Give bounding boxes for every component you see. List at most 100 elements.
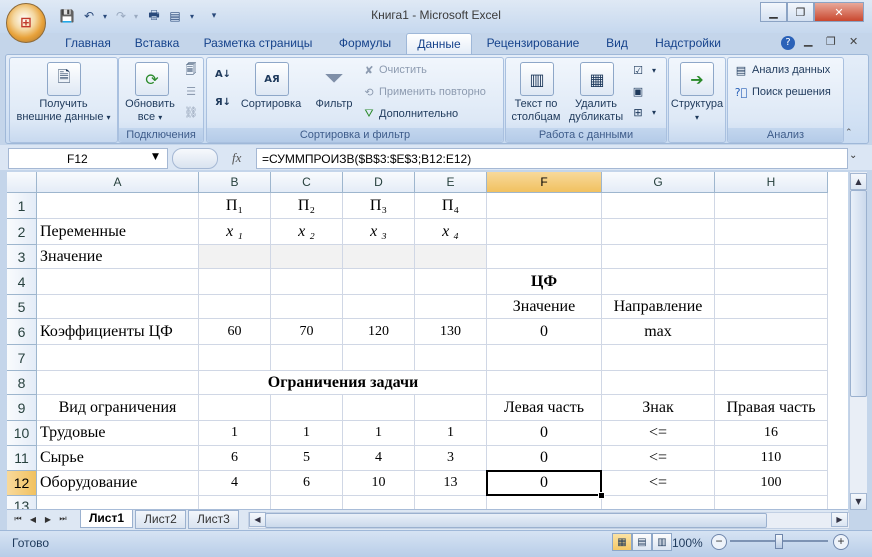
cell-a6[interactable]: Коэффициенты ЦФ xyxy=(37,319,199,345)
cell-g11[interactable]: <= xyxy=(602,446,715,471)
cell-h12[interactable]: 100 xyxy=(715,471,828,496)
properties-icon[interactable]: ☰ xyxy=(183,83,199,99)
cell-a9[interactable]: Вид ограничения xyxy=(37,395,199,421)
scroll-up-icon[interactable]: ▲ xyxy=(850,173,867,190)
tab-formulas[interactable]: Формулы xyxy=(330,33,400,54)
cell-h4[interactable] xyxy=(715,269,828,295)
cell-a10[interactable]: Трудовые xyxy=(37,421,199,446)
name-box-dropdown-icon[interactable]: ▼ xyxy=(152,152,159,162)
wb-restore-icon[interactable]: ❐ xyxy=(826,35,836,48)
zoom-in-icon[interactable]: + xyxy=(833,534,849,550)
filter-button[interactable]: Фильтр xyxy=(312,98,356,111)
close-button[interactable]: ✕ xyxy=(814,2,864,22)
row-header-5[interactable]: 5 xyxy=(7,295,37,319)
tab-insert[interactable]: Вставка xyxy=(127,33,187,54)
data-validation-dropdown-icon[interactable]: ▾ xyxy=(646,62,662,78)
cell-d10[interactable]: 1 xyxy=(343,421,415,446)
formula-input[interactable]: =СУММПРОИЗВ($B$3:$E$3;B12:E12) xyxy=(256,148,848,169)
normal-view-icon[interactable]: ▦ xyxy=(612,533,632,551)
cell-b6[interactable]: 60 xyxy=(199,319,271,345)
next-sheet-icon[interactable]: ▶ xyxy=(42,513,54,525)
text-to-columns-button[interactable]: Текст по столбцам xyxy=(506,98,566,124)
column-header-a[interactable]: A xyxy=(37,172,199,193)
data-validation-icon[interactable]: ☑ xyxy=(630,62,646,78)
outline-button[interactable]: Структура ▾ xyxy=(669,98,725,124)
cell-e10[interactable]: 1 xyxy=(415,421,487,446)
cell-e1[interactable]: П₄ xyxy=(415,193,487,219)
insert-function-button[interactable]: fx xyxy=(232,150,241,166)
fill-handle[interactable] xyxy=(598,492,605,499)
tab-view[interactable]: Вид xyxy=(598,33,636,54)
column-header-d[interactable]: D xyxy=(343,172,415,193)
cell-f2[interactable] xyxy=(487,219,602,245)
refresh-all-button[interactable]: Обновить все ▾ xyxy=(119,98,181,124)
row-header-12[interactable]: 12 xyxy=(7,471,37,496)
cell-e11[interactable]: 3 xyxy=(415,446,487,471)
cell-d13[interactable] xyxy=(343,496,415,509)
cell-a2[interactable]: Переменные xyxy=(37,219,199,245)
cell-f3[interactable] xyxy=(487,245,602,269)
solver-button[interactable]: Поиск решения xyxy=(752,86,831,99)
cell-b3[interactable] xyxy=(199,245,271,269)
help-icon[interactable]: ? xyxy=(781,36,795,50)
cell-c11[interactable]: 5 xyxy=(271,446,343,471)
cell-f12[interactable]: 0 xyxy=(487,471,602,496)
row-header-1[interactable]: 1 xyxy=(7,193,37,219)
row-header-8[interactable]: 8 xyxy=(7,371,37,395)
page-layout-view-icon[interactable]: ▤ xyxy=(632,533,652,551)
clear-button[interactable]: Очистить xyxy=(379,64,427,77)
advanced-button[interactable]: Дополнительно xyxy=(379,108,458,121)
cell-b9[interactable] xyxy=(199,395,271,421)
row-header-3[interactable]: 3 xyxy=(7,245,37,269)
cell-b10[interactable]: 1 xyxy=(199,421,271,446)
last-sheet-icon[interactable]: ⏭ xyxy=(57,513,69,525)
cell-f9[interactable]: Левая часть xyxy=(487,395,602,421)
zoom-slider-thumb[interactable] xyxy=(775,534,783,549)
cell-a5[interactable] xyxy=(37,295,199,319)
sort-az-icon[interactable]: A↓ xyxy=(215,66,231,82)
wb-close-icon[interactable]: ✕ xyxy=(849,35,858,48)
cell-e12[interactable]: 13 xyxy=(415,471,487,496)
tab-home[interactable]: Главная xyxy=(58,33,118,54)
cell-e5[interactable] xyxy=(415,295,487,319)
column-header-e[interactable]: E xyxy=(415,172,487,193)
wb-minimize-icon[interactable]: ▁ xyxy=(804,34,812,47)
what-if-dropdown-icon[interactable]: ▾ xyxy=(646,104,662,120)
cell-b13[interactable] xyxy=(199,496,271,509)
scroll-left-icon[interactable]: ◀ xyxy=(249,512,266,527)
cell-g7[interactable] xyxy=(602,345,715,371)
row-header-11[interactable]: 11 xyxy=(7,446,37,471)
cell-e7[interactable] xyxy=(415,345,487,371)
cell-b7[interactable] xyxy=(199,345,271,371)
prev-sheet-icon[interactable]: ◀ xyxy=(27,513,39,525)
cell-e3[interactable] xyxy=(415,245,487,269)
cell-g5[interactable]: Направление xyxy=(602,295,715,319)
cell-g8[interactable] xyxy=(602,371,715,395)
cell-e4[interactable] xyxy=(415,269,487,295)
cell-f10[interactable]: 0 xyxy=(487,421,602,446)
cell-c5[interactable] xyxy=(271,295,343,319)
cell-g6[interactable]: max xyxy=(602,319,715,345)
cell-a4[interactable] xyxy=(37,269,199,295)
cell-g12[interactable]: <= xyxy=(602,471,715,496)
cell-d7[interactable] xyxy=(343,345,415,371)
cell-h2[interactable] xyxy=(715,219,828,245)
column-header-c[interactable]: C xyxy=(271,172,343,193)
row-header-9[interactable]: 9 xyxy=(7,395,37,421)
cell-f8[interactable] xyxy=(487,371,602,395)
connections-icon[interactable]: 🗐 xyxy=(183,62,199,78)
cell-b5[interactable] xyxy=(199,295,271,319)
cell-e2[interactable]: x ₄ xyxy=(415,219,487,245)
select-all-corner[interactable] xyxy=(7,172,37,193)
cell-a11[interactable]: Сырье xyxy=(37,446,199,471)
expand-formula-bar-icon[interactable]: ⌄ xyxy=(849,150,857,161)
cell-a3[interactable]: Значение xyxy=(37,245,199,269)
cell-h9[interactable]: Правая часть xyxy=(715,395,828,421)
cell-g3[interactable] xyxy=(602,245,715,269)
worksheet-grid[interactable]: A B C D E F G H 1 П₁ П₂ П₃ П₄ 2 Переменные x ₁x ₂x ₃x ₄… xyxy=(7,172,848,509)
column-header-h[interactable]: H xyxy=(715,172,828,193)
cell-d11[interactable]: 4 xyxy=(343,446,415,471)
cell-h10[interactable]: 16 xyxy=(715,421,828,446)
cell-b12[interactable]: 4 xyxy=(199,471,271,496)
cell-c3[interactable] xyxy=(271,245,343,269)
